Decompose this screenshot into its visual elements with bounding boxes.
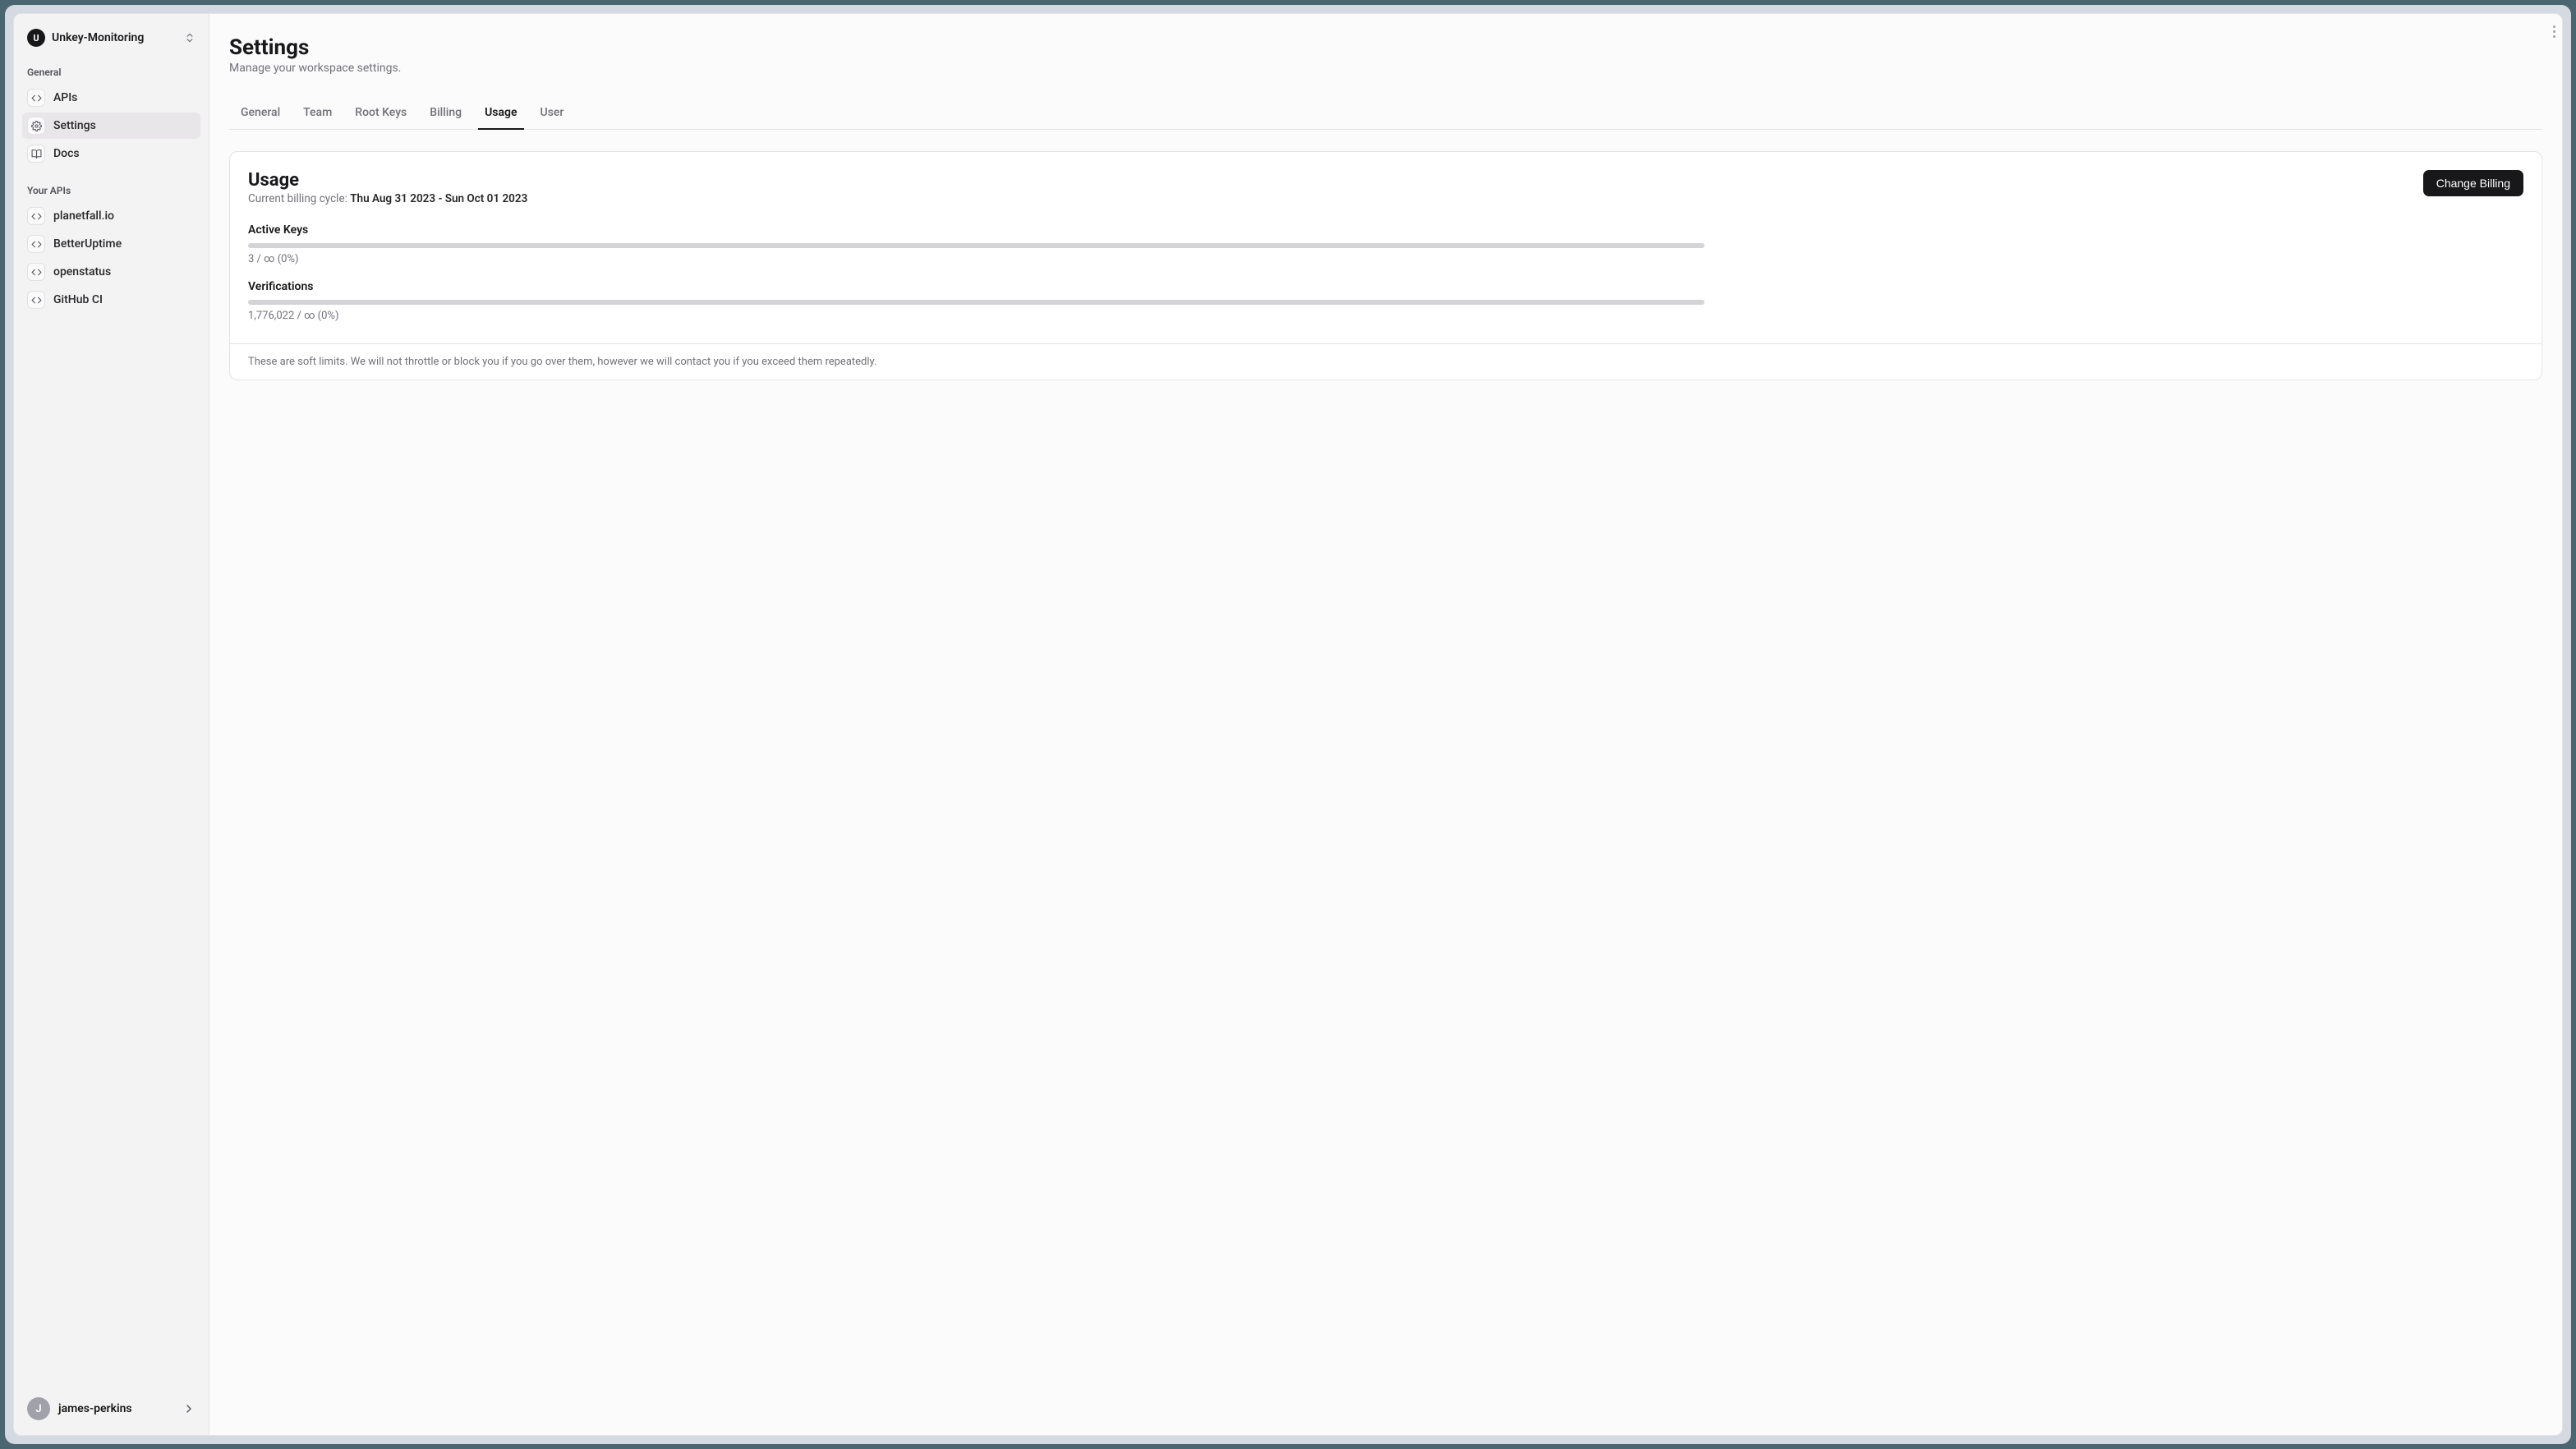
drag-handle-icon[interactable]: [2553, 25, 2555, 38]
sidebar-item-label: GitHub CI: [53, 293, 103, 306]
metric-label: Active Keys: [248, 223, 2523, 237]
sidebar: U Unkey-Monitoring General APIs Se: [14, 14, 209, 1435]
page-title: Settings: [229, 35, 2542, 60]
tab-general[interactable]: General: [229, 99, 292, 129]
workspace-avatar: U: [27, 29, 45, 47]
sidebar-item-api-planetfall[interactable]: planetfall.io: [22, 203, 200, 229]
metric-value: 1,776,022 / ∞ (0%): [248, 310, 2523, 322]
code-icon: [27, 291, 45, 309]
workspace-name: Unkey-Monitoring: [52, 31, 177, 44]
nav-section-your-apis: Your APIs planetfall.io BetterUptime: [22, 185, 200, 313]
app-window: U Unkey-Monitoring General APIs Se: [13, 13, 2563, 1436]
usage-card-title: Usage: [248, 170, 527, 191]
metric-verifications: Verifications 1,776,022 / ∞ (0%): [248, 280, 2523, 322]
book-icon: [27, 145, 45, 163]
tab-billing[interactable]: Billing: [418, 99, 473, 129]
metric-value: 3 / ∞ (0%): [248, 253, 2523, 265]
chevron-up-down-icon: [184, 32, 196, 44]
code-icon: [27, 263, 45, 281]
sidebar-item-api-betteruptime[interactable]: BetterUptime: [22, 231, 200, 257]
metric-label: Verifications: [248, 280, 2523, 293]
sidebar-item-docs[interactable]: Docs: [22, 140, 200, 167]
sidebar-item-label: Docs: [53, 147, 80, 160]
tab-usage[interactable]: Usage: [473, 99, 528, 129]
gear-icon: [27, 117, 45, 135]
progress-bar: [248, 243, 1704, 248]
workspace-switcher[interactable]: U Unkey-Monitoring: [22, 25, 200, 50]
billing-cycle-range: Thu Aug 31 2023 - Sun Oct 01 2023: [350, 192, 527, 205]
metric-active-keys: Active Keys 3 / ∞ (0%): [248, 223, 2523, 265]
section-label-general: General: [22, 67, 200, 78]
sidebar-item-label: APIs: [53, 91, 77, 104]
chevron-right-icon: [182, 1402, 196, 1415]
code-icon: [27, 89, 45, 107]
user-name: james-perkins: [58, 1402, 174, 1415]
section-label-your-apis: Your APIs: [22, 185, 200, 196]
sidebar-item-api-github-ci[interactable]: GitHub CI: [22, 287, 200, 313]
code-icon: [27, 207, 45, 225]
sidebar-item-api-openstatus[interactable]: openstatus: [22, 259, 200, 285]
user-switcher[interactable]: J james-perkins: [22, 1394, 200, 1424]
tab-team[interactable]: Team: [292, 99, 343, 129]
sidebar-item-label: planetfall.io: [53, 209, 114, 223]
usage-card-footer: These are soft limits. We will not throt…: [230, 343, 2542, 380]
tab-user[interactable]: User: [529, 99, 576, 129]
sidebar-item-label: BetterUptime: [53, 237, 122, 251]
sidebar-item-label: Settings: [53, 119, 96, 132]
user-avatar: J: [27, 1397, 50, 1420]
code-icon: [27, 235, 45, 253]
main-content: Settings Manage your workspace settings.…: [209, 14, 2562, 1435]
change-billing-button[interactable]: Change Billing: [2423, 170, 2523, 196]
sidebar-item-settings[interactable]: Settings: [22, 113, 200, 139]
settings-tabs: General Team Root Keys Billing Usage Use…: [229, 99, 2542, 130]
nav-section-general: General APIs Settings: [22, 67, 200, 167]
sidebar-item-apis[interactable]: APIs: [22, 85, 200, 111]
sidebar-item-label: openstatus: [53, 265, 111, 278]
usage-card: Usage Current billing cycle: Thu Aug 31 …: [229, 151, 2542, 380]
usage-card-subtitle: Current billing cycle: Thu Aug 31 2023 -…: [248, 192, 527, 205]
page-subtitle: Manage your workspace settings.: [229, 62, 2542, 75]
progress-bar: [248, 300, 1704, 305]
tab-root-keys[interactable]: Root Keys: [343, 99, 418, 129]
